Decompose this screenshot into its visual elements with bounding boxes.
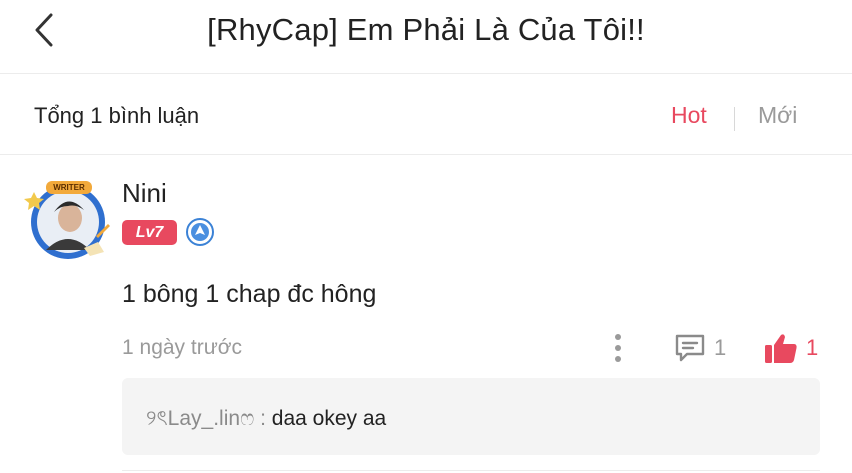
comment-sort-bar: Tổng 1 bình luận Hot Mới	[0, 75, 852, 155]
avatar[interactable]: WRITER	[24, 178, 112, 262]
sort-hot-tab[interactable]: Hot	[671, 102, 707, 129]
more-options-button[interactable]	[606, 332, 630, 364]
page-title: [RhyCap] Em Phải Là Của Tôi!!	[207, 12, 645, 47]
like-count: 1	[806, 335, 819, 360]
comment-text: 1 bông 1 chap đc hông	[122, 280, 377, 308]
like-button[interactable]: 1	[764, 331, 818, 365]
reply-text: daa okey aa	[271, 407, 387, 430]
sort-new-tab[interactable]: Mới	[758, 102, 797, 129]
writer-badge: WRITER	[46, 181, 92, 194]
comment-item: WRITER Nini Lv7 1 bông 1 chap đc hông 1 …	[0, 156, 852, 473]
comment-count-label: Tổng 1 bình luận	[34, 103, 200, 128]
reply-author[interactable]: ୨ৎLay_.linෆ	[146, 407, 254, 430]
sort-divider	[734, 107, 735, 131]
divider	[122, 470, 820, 471]
more-vertical-icon	[615, 334, 621, 362]
level-badge: Lv7	[122, 220, 177, 245]
rank-badge-icon	[186, 218, 214, 246]
reply-count: 1	[714, 335, 727, 360]
thumbs-up-icon	[765, 334, 797, 363]
top-bar: [RhyCap] Em Phải Là Của Tôi!!	[0, 0, 852, 74]
comment-icon	[675, 334, 705, 362]
reply-button[interactable]: 1	[674, 332, 726, 364]
comment-timestamp: 1 ngày trước	[122, 336, 243, 359]
reply-line: ୨ৎLay_.linෆ : daa okey aa	[146, 402, 386, 437]
reply-separator: :	[254, 407, 272, 430]
comment-username[interactable]: Nini	[122, 178, 167, 209]
reply-preview[interactable]: ୨ৎLay_.linෆ : daa okey aa	[122, 378, 820, 455]
